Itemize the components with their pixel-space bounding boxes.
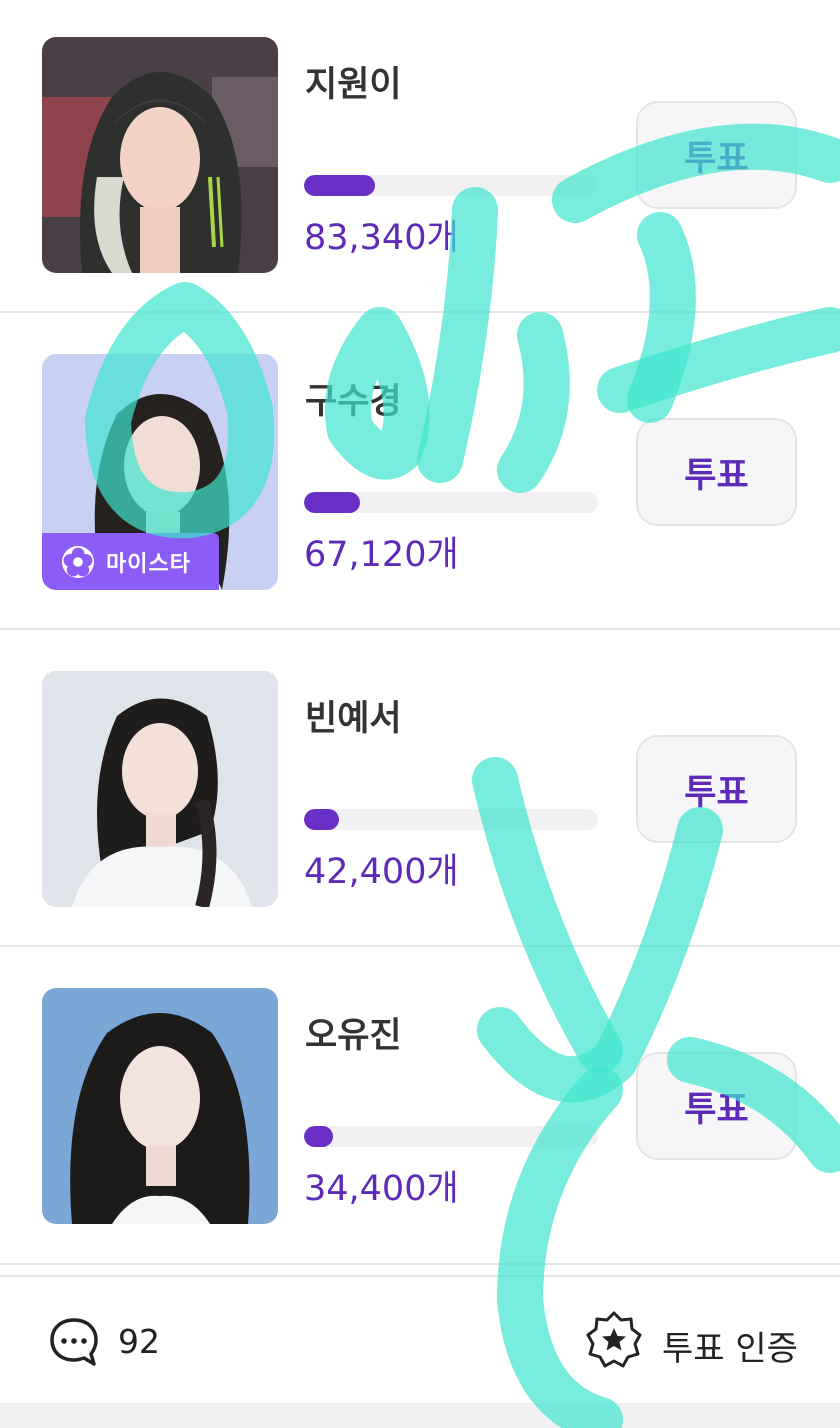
vote-progress-bar	[304, 175, 598, 196]
star-badge-icon[interactable]	[584, 1310, 644, 1370]
vote-verify-label[interactable]: 투표 인증	[662, 1321, 798, 1370]
vote-progress-bar	[304, 492, 598, 513]
candidate-name: 구수경	[305, 382, 402, 422]
candidate-row: 오유진 34,400개 투표	[0, 947, 840, 1265]
candidate-photo: 마이스타	[42, 354, 278, 590]
vote-count: 42,400개	[304, 852, 459, 892]
vote-progress-fill	[304, 809, 340, 830]
candidate-name: 빈예서	[305, 699, 402, 739]
comment-bubble-icon[interactable]	[48, 1316, 100, 1368]
vote-button[interactable]: 투표	[636, 1052, 797, 1160]
comment-count[interactable]: 92	[118, 1322, 160, 1361]
vote-button[interactable]: 투표	[636, 101, 797, 209]
candidate-name: 지원이	[305, 65, 402, 105]
vote-count: 67,120개	[304, 535, 459, 575]
candidate-photo	[42, 671, 278, 907]
vote-progress-bar	[304, 1126, 598, 1147]
vote-count: 34,400개	[304, 1169, 459, 1209]
candidate-name: 오유진	[305, 1016, 402, 1056]
bottom-action-bar: 92 투표 인증	[0, 1275, 840, 1403]
badge-label: 마이스타	[106, 551, 191, 577]
candidate-row: 지원이 83,340개 투표	[0, 0, 840, 313]
vote-progress-bar	[304, 809, 598, 830]
vote-button[interactable]: 투표	[636, 735, 797, 843]
vote-progress-fill	[304, 1126, 334, 1147]
vote-ranking-page: 지원이 83,340개 투표 마이스타 구수경 67,120개 투표 빈예서 4…	[0, 0, 840, 1428]
footer-strip	[0, 1403, 840, 1428]
candidate-row: 마이스타 구수경 67,120개 투표	[0, 313, 840, 630]
candidate-row: 빈예서 42,400개 투표	[0, 630, 840, 947]
mystar-badge: 마이스타	[42, 533, 219, 590]
flower-icon	[62, 545, 94, 578]
candidate-photo	[42, 988, 278, 1224]
vote-count: 83,340개	[304, 218, 459, 258]
candidate-photo	[42, 37, 278, 273]
vote-progress-fill	[304, 175, 375, 196]
vote-progress-fill	[304, 492, 360, 513]
vote-button[interactable]: 투표	[636, 418, 797, 526]
